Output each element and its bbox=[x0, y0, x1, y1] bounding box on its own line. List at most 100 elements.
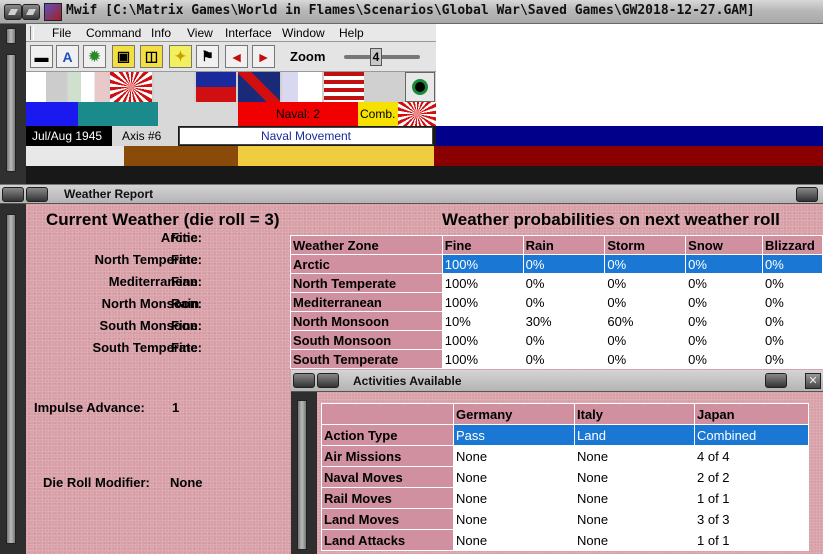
cell-italy[interactable]: Land bbox=[574, 424, 695, 446]
zoom-slider-track[interactable] bbox=[344, 55, 420, 59]
col-activity bbox=[321, 403, 454, 425]
cell-storm: 0% bbox=[604, 273, 687, 293]
text-a-icon[interactable]: A bbox=[56, 45, 79, 68]
navy-strip bbox=[436, 126, 823, 146]
frame-scrollbar[interactable] bbox=[6, 54, 16, 172]
cell-japan: 3 of 3 bbox=[694, 508, 809, 530]
japan-flag[interactable] bbox=[110, 72, 152, 102]
col-blizzard[interactable]: Blizzard bbox=[761, 235, 823, 255]
cell-italy: None bbox=[574, 445, 695, 467]
empty-flag-slot bbox=[154, 72, 194, 102]
cell-germany[interactable]: Pass bbox=[453, 424, 575, 446]
table-row[interactable]: Rail Moves None None 1 of 1 bbox=[321, 487, 809, 509]
cell-fine: 100% bbox=[441, 349, 524, 369]
activities-menu-button[interactable] bbox=[293, 373, 315, 388]
probability-title: Weather probabilities on next weather ro… bbox=[442, 210, 780, 229]
activities-minimize-button[interactable] bbox=[317, 373, 339, 388]
weather-window-close-button[interactable] bbox=[796, 187, 818, 202]
die-roll-modifier-value: None bbox=[170, 475, 203, 490]
cell-snow: 0% bbox=[685, 330, 763, 350]
table-row[interactable]: North Temperate 100% 0% 0% 0% 0% bbox=[290, 273, 823, 293]
cell-japan: 4 of 4 bbox=[694, 445, 809, 467]
zone-value-mediterranean: Fine bbox=[171, 274, 198, 289]
table-row[interactable]: South Temperate 100% 0% 0% 0% 0% bbox=[290, 349, 823, 369]
row-zone: South Monsoon bbox=[290, 330, 443, 350]
weather-scrollbar[interactable] bbox=[6, 214, 16, 544]
flag-icon[interactable]: ⚑ bbox=[196, 45, 219, 68]
row-label: Air Missions bbox=[321, 445, 454, 467]
strip-yellow bbox=[238, 146, 434, 166]
cell-snow: 0% bbox=[685, 254, 763, 274]
table-header-row: Weather Zone Fine Rain Storm Snow Blizza… bbox=[290, 235, 823, 255]
menu-file[interactable]: File bbox=[52, 26, 71, 40]
arrow-right-icon[interactable]: ► bbox=[252, 45, 275, 68]
italy-flag[interactable] bbox=[68, 72, 108, 102]
grey-status-block bbox=[158, 102, 238, 126]
cell-germany: None bbox=[453, 445, 575, 467]
col-fine[interactable]: Fine bbox=[441, 235, 524, 255]
cell-rain: 0% bbox=[522, 273, 606, 293]
table-row[interactable]: South Monsoon 100% 0% 0% 0% 0% bbox=[290, 330, 823, 350]
zone-value-south-temperate: Fine bbox=[171, 340, 198, 355]
activities-scrollbar[interactable] bbox=[297, 400, 307, 550]
menu-window[interactable]: Window bbox=[282, 26, 325, 40]
cell-storm: 60% bbox=[604, 311, 687, 331]
current-weather-title: Current Weather (die roll = 3) bbox=[46, 210, 280, 229]
cell-japan[interactable]: Combined bbox=[694, 424, 809, 446]
japan-small-flag bbox=[398, 102, 436, 126]
window-minimize-button[interactable] bbox=[22, 4, 40, 20]
weather-window-minimize-button[interactable] bbox=[26, 187, 48, 202]
col-storm[interactable]: Storm bbox=[604, 235, 687, 255]
table-row[interactable]: North Monsoon 10% 30% 60% 0% 0% bbox=[290, 311, 823, 331]
weather-window-title: Weather Report bbox=[64, 187, 154, 201]
strip-brown bbox=[124, 146, 238, 166]
target-button[interactable] bbox=[405, 72, 435, 102]
close-icon[interactable]: ✕ bbox=[805, 373, 821, 389]
table-row[interactable]: Arctic 100% 0% 0% 0% 0% bbox=[290, 254, 823, 274]
window-title: Mwif [C:\Matrix Games\World in Flames\Sc… bbox=[66, 3, 755, 18]
box-icon[interactable]: ▣ bbox=[112, 45, 135, 68]
table-row[interactable]: Air Missions None None 4 of 4 bbox=[321, 445, 809, 467]
zoom-slider-thumb[interactable]: 4 bbox=[370, 48, 382, 66]
china-flag[interactable] bbox=[196, 72, 236, 102]
activities-restore-button[interactable] bbox=[765, 373, 787, 388]
table-row[interactable]: Land Attacks None None 1 of 1 bbox=[321, 529, 809, 551]
germany-flag[interactable] bbox=[26, 72, 66, 102]
col-germany[interactable]: Germany bbox=[453, 403, 575, 425]
cell-rain: 0% bbox=[522, 330, 606, 350]
table-row[interactable]: Land Moves None None 3 of 3 bbox=[321, 508, 809, 530]
window-menu-button[interactable] bbox=[4, 4, 22, 20]
menu-command[interactable]: Command bbox=[86, 26, 141, 40]
col-italy[interactable]: Italy bbox=[574, 403, 695, 425]
col-snow[interactable]: Snow bbox=[685, 235, 763, 255]
box-alt-icon[interactable]: ◫ bbox=[140, 45, 163, 68]
col-rain[interactable]: Rain bbox=[522, 235, 606, 255]
cell-germany: None bbox=[453, 508, 575, 530]
gear-icon[interactable]: ✹ bbox=[83, 45, 106, 68]
unit-icon[interactable]: ▬ bbox=[30, 45, 53, 68]
col-weather-zone[interactable]: Weather Zone bbox=[290, 235, 443, 255]
menu-info[interactable]: Info bbox=[151, 26, 171, 40]
france-flag[interactable] bbox=[282, 72, 322, 102]
table-row[interactable]: Mediterranean 100% 0% 0% 0% 0% bbox=[290, 292, 823, 312]
uk-flag[interactable] bbox=[238, 72, 280, 102]
menu-view[interactable]: View bbox=[187, 26, 213, 40]
cell-fine: 100% bbox=[441, 292, 524, 312]
cell-storm: 0% bbox=[604, 330, 687, 350]
row-zone: Arctic bbox=[290, 254, 443, 274]
row-zone: Mediterranean bbox=[290, 292, 443, 312]
table-row[interactable]: Naval Moves None None 2 of 2 bbox=[321, 466, 809, 488]
zone-value-north-temperate: Fine bbox=[171, 252, 198, 267]
naval-counter: Naval: 2 bbox=[238, 102, 358, 126]
table-row[interactable]: Action Type Pass Land Combined bbox=[321, 424, 809, 446]
star-icon[interactable]: ✦ bbox=[169, 45, 192, 68]
weather-window-menu-button[interactable] bbox=[2, 187, 24, 202]
menu-interface[interactable]: Interface bbox=[225, 26, 272, 40]
arrow-left-icon[interactable]: ◄ bbox=[225, 45, 248, 68]
cell-italy: None bbox=[574, 529, 695, 551]
strip-grey bbox=[26, 146, 124, 166]
col-japan[interactable]: Japan bbox=[694, 403, 809, 425]
menu-help[interactable]: Help bbox=[339, 26, 364, 40]
left-frame bbox=[0, 24, 26, 184]
usa-flag[interactable] bbox=[324, 72, 364, 102]
